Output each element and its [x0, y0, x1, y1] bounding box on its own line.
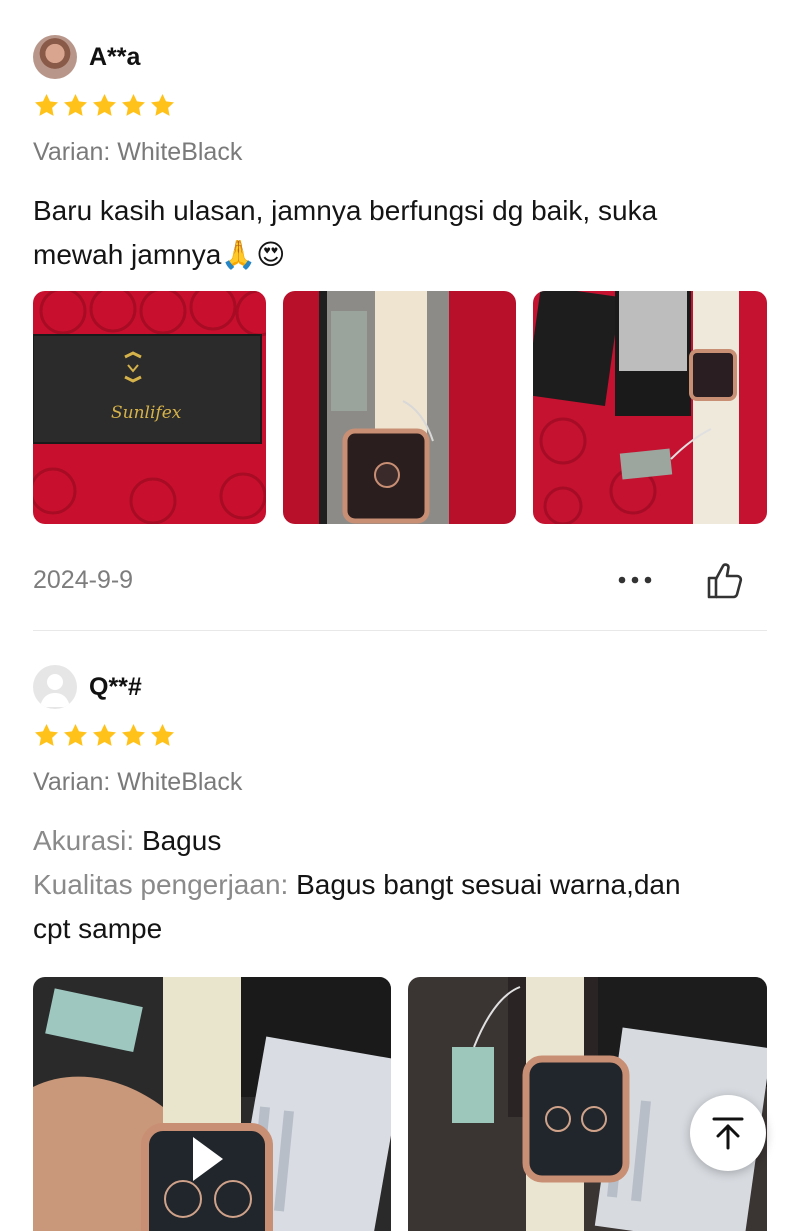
like-button[interactable] [705, 560, 747, 602]
more-button[interactable] [615, 568, 655, 592]
star-icon [64, 724, 87, 746]
review-text-line: mewah jamnya🙏😍 [33, 239, 286, 270]
photo-gallery: Sunlifex [33, 291, 767, 524]
variant-label: Varian: WhiteBlack [33, 768, 243, 796]
review-photo[interactable] [533, 291, 767, 524]
star-icon [35, 94, 58, 116]
arrow-up-to-top-icon [712, 1117, 744, 1150]
avatar[interactable] [33, 665, 77, 709]
avatar[interactable] [33, 35, 77, 79]
review-divider [33, 630, 767, 631]
accuracy-row: Akurasi: Bagus [33, 819, 767, 863]
star-icon [93, 724, 116, 746]
quality-label: Kualitas pengerjaan: [33, 869, 289, 900]
review-photo[interactable]: Sunlifex [33, 291, 266, 524]
review-text-line: Baru kasih ulasan, jamnya berfungsi dg b… [33, 195, 658, 226]
quality-value-continued: cpt sampe [33, 913, 163, 944]
star-rating [33, 92, 767, 120]
star-rating [33, 722, 767, 750]
reviewer-name: A**a [89, 42, 141, 71]
star-icon [64, 94, 87, 116]
review-text: Baru kasih ulasan, jamnya berfungsi dg b… [33, 189, 767, 277]
review-video[interactable] [33, 977, 391, 1231]
thumbs-up-icon [707, 563, 743, 599]
star-icon [35, 724, 58, 746]
review-footer: 2024-9-9 [33, 560, 767, 600]
photo-gallery [33, 977, 767, 1231]
star-icon [93, 94, 116, 116]
star-icon [122, 94, 145, 116]
review-text: Akurasi: Bagus Kualitas pengerjaan: Bagu… [33, 819, 767, 951]
quality-value: Bagus bangt sesuai warna,dan [296, 869, 681, 900]
photo-brand-text: Sunlifex [111, 403, 182, 423]
accuracy-value: Bagus [141, 825, 222, 856]
quality-row: Kualitas pengerjaan: Bagus bangt sesuai … [33, 863, 767, 907]
star-icon [122, 724, 145, 746]
review-header: Q**# [33, 664, 767, 710]
more-horizontal-icon [618, 576, 652, 584]
default-user-icon [40, 674, 70, 707]
back-to-top-button[interactable] [690, 1095, 766, 1171]
review-card: Q**# Varian: WhiteBlack Akurasi: Bagus K… [33, 664, 767, 1231]
review-photo[interactable] [283, 291, 516, 524]
star-icon [151, 724, 174, 746]
star-icon [151, 94, 174, 116]
variant-label: Varian: WhiteBlack [33, 138, 243, 166]
reviewer-name: Q**# [89, 672, 142, 701]
accuracy-label: Akurasi: [33, 825, 135, 856]
review-header: A**a [33, 34, 767, 80]
review-date: 2024-9-9 [33, 565, 134, 594]
review-card: A**a Varian: WhiteBlack Baru kasih ulasa… [33, 34, 767, 600]
